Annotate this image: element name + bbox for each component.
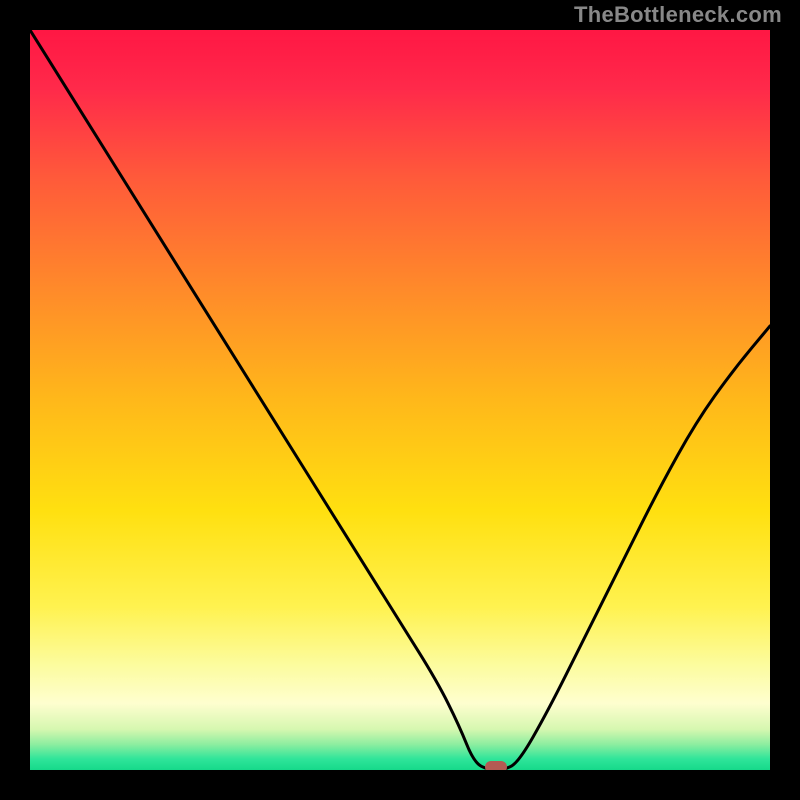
plot-area <box>30 30 770 770</box>
chart-frame: TheBottleneck.com <box>0 0 800 800</box>
watermark-text: TheBottleneck.com <box>574 2 782 28</box>
optimal-point-marker <box>485 761 507 770</box>
gradient-background <box>30 30 770 770</box>
